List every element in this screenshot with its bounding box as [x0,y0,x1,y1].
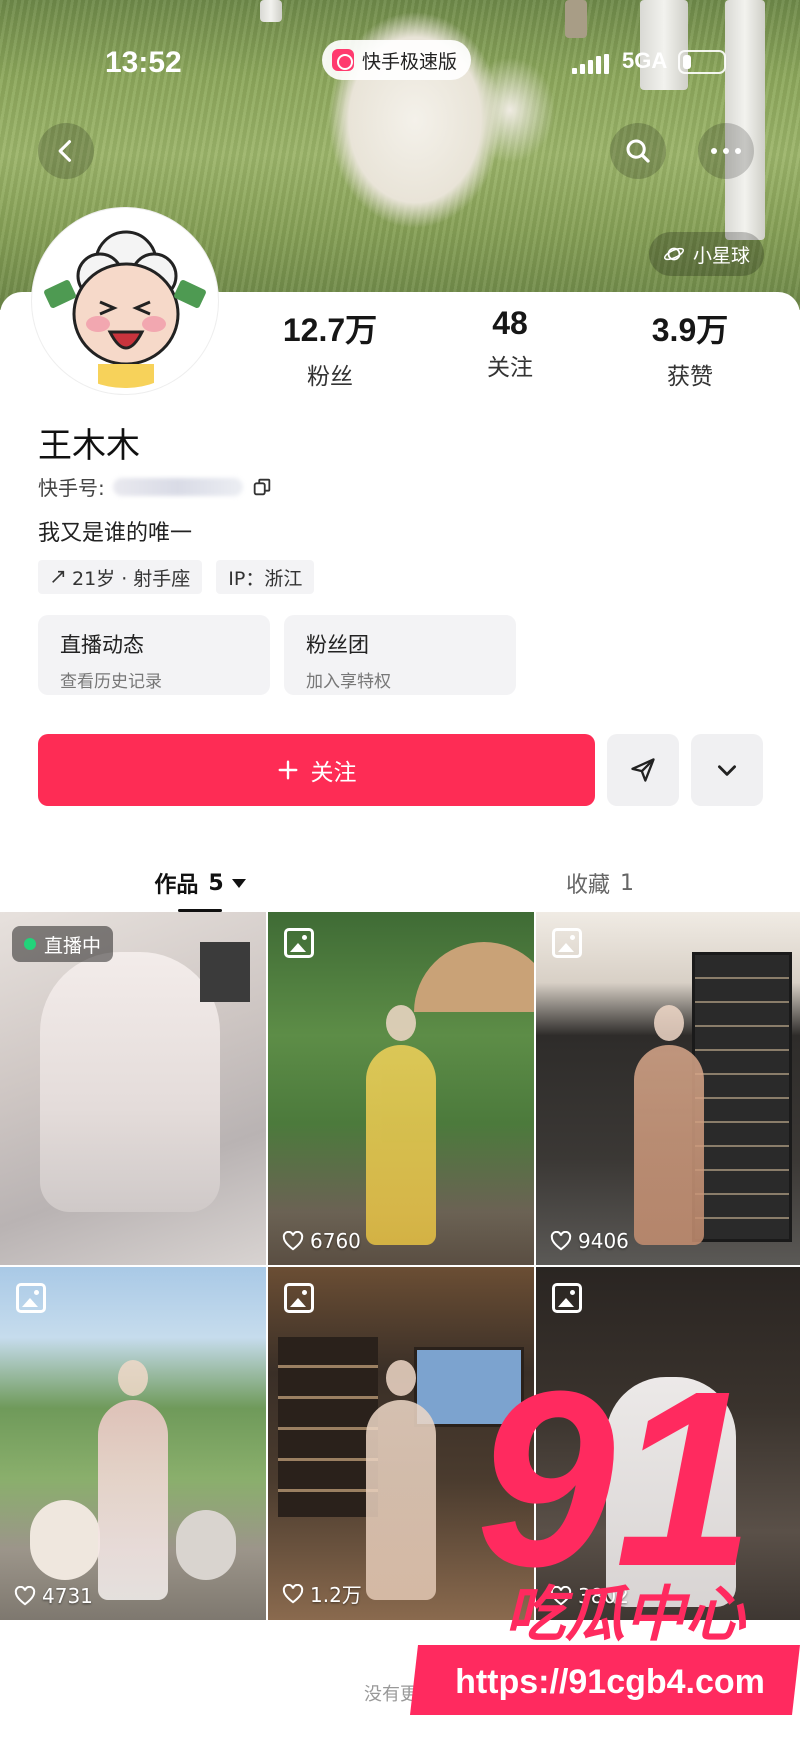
chevron-left-icon [58,140,72,162]
fan-club-entry[interactable]: 粉丝团 加入享特权 [284,615,516,695]
likes: 4731 [14,1584,93,1608]
send-icon [631,758,655,782]
zodiac-icon [52,570,65,583]
planet-label: 小星球 [692,244,750,267]
follow-button[interactable]: 关注 [38,734,595,806]
age-tag: 21岁 · 射手座 [38,560,203,594]
message-button[interactable] [607,734,679,806]
grid-item[interactable]: 6760 [268,912,534,1265]
likes: 3802 [550,1584,629,1608]
tab-collections[interactable]: 收藏 1 [400,850,800,916]
likes-label: 获赞 [667,364,713,390]
caret-down-icon [231,878,246,888]
app-name: 快手极速版 [362,50,458,73]
no-more-note: 没有更多 [364,1684,436,1705]
avatar[interactable] [32,208,218,394]
plus-icon [278,760,297,780]
back-button[interactable] [38,123,94,179]
planet-button[interactable]: 小星球 [648,232,764,276]
grid-item[interactable]: 直播中 [0,912,266,1265]
search-button[interactable] [610,123,666,179]
ip-tag: IP：浙江 [216,560,315,594]
kuaishou-id-label: 快手号: [38,476,105,500]
planet-icon [663,247,684,261]
likes-count: 3.9万 [651,312,729,348]
kuaishou-id-row: 快手号: [38,472,273,501]
live-history-entry[interactable]: 直播动态 查看历史记录 [38,615,270,695]
follow-label: 关注 [310,760,357,786]
search-icon [626,139,650,163]
followers-stat[interactable]: 12.7万 粉丝 [240,305,420,391]
more-button[interactable] [698,123,754,179]
likes: 1.2万 [282,1579,362,1608]
kuaishou-logo-icon [332,49,354,71]
following-label: 关注 [487,355,533,381]
heart-icon [282,1583,304,1603]
app-badge[interactable]: 快手极速版 [322,40,472,80]
profile-name: 王木木 [38,426,140,466]
works-grid: 直播中 6760 9406 4731 1.2万 3802 [0,912,800,1620]
image-post-icon [284,1283,314,1313]
image-post-icon [552,928,582,958]
more-dots-icon [711,148,741,154]
grid-item[interactable]: 1.2万 [268,1267,534,1620]
grid-item[interactable]: 4731 [0,1267,266,1620]
following-count: 48 [492,305,528,341]
kuaishou-id-blurred [112,477,243,496]
followers-count: 12.7万 [282,312,378,348]
likes: 9406 [550,1229,629,1253]
profile-actions: 关注 [38,734,763,806]
likes-count: 4731 [42,1584,93,1608]
tab-works[interactable]: 作品 5 [0,850,400,916]
heart-icon [550,1231,572,1251]
tab-collections-label: 收藏 [565,873,610,898]
likes: 6760 [282,1229,361,1253]
likes-count: 3802 [578,1584,629,1608]
grid-item[interactable]: 9406 [536,912,800,1265]
fan-club-title: 粉丝团 [306,633,369,657]
tab-works-label: 作品 [154,873,199,898]
likes-count: 9406 [578,1229,629,1253]
signal-icon [572,54,609,74]
image-post-icon [16,1283,46,1313]
live-history-sub: 查看历史记录 [60,672,162,692]
profile-tags: 21岁 · 射手座 IP：浙江 [38,560,315,594]
live-history-title: 直播动态 [60,633,144,657]
tab-works-count: 5 [208,870,224,896]
battery-icon [678,50,726,74]
image-post-icon [284,928,314,958]
fan-club-sub: 加入享特权 [306,672,391,692]
content-tabs: 作品 5 收藏 1 [0,850,800,916]
age-tag-label: 21岁 · 射手座 [72,567,191,590]
profile-entries: 直播动态 查看历史记录 粉丝团 加入享特权 [38,615,516,695]
heart-icon [550,1586,572,1606]
following-stat[interactable]: 48 关注 [420,305,600,391]
chevron-down-icon [718,765,736,776]
status-bar: 13:52 快手极速版 5GA [0,40,800,90]
ip-tag-label: IP：浙江 [228,567,303,590]
copy-icon[interactable] [251,476,273,498]
status-time: 13:52 [105,46,182,79]
tab-collections-count: 1 [620,870,634,896]
profile-stats: 12.7万 粉丝 48 关注 3.9万 获赞 [240,305,780,391]
live-badge-label: 直播中 [44,934,102,957]
heart-icon [282,1231,304,1251]
grid-item[interactable]: 3802 [536,1267,800,1620]
likes-count: 6760 [310,1229,361,1253]
network-type: 5GA [622,48,668,73]
image-post-icon [552,1283,582,1313]
likes-count: 1.2万 [310,1583,362,1607]
live-dot-icon [24,938,36,950]
expand-button[interactable] [691,734,763,806]
avatar-cartoon-sheep-icon [38,214,212,388]
live-badge: 直播中 [12,926,114,962]
likes-stat[interactable]: 3.9万 获赞 [600,305,780,391]
followers-label: 粉丝 [307,364,353,390]
profile-bio: 我又是谁的唯一 [38,521,193,546]
heart-icon [14,1586,36,1606]
